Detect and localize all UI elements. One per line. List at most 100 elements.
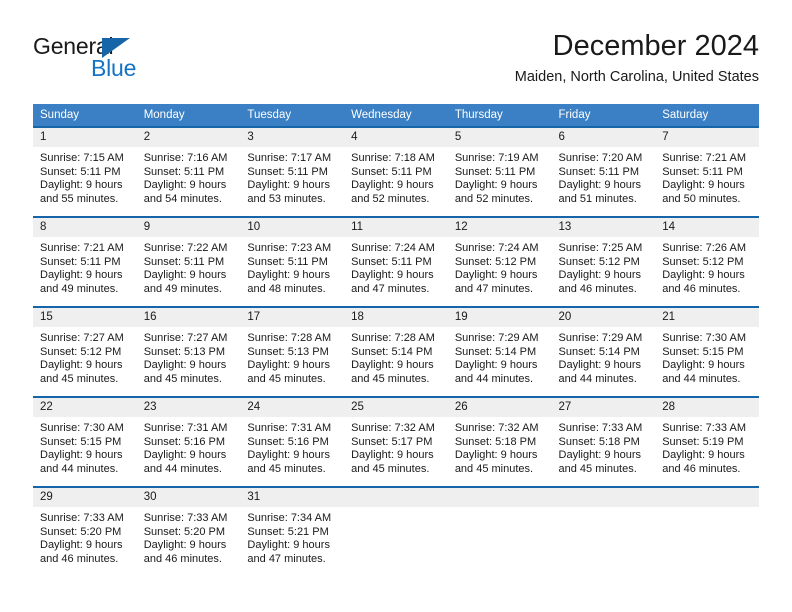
day-details: Sunrise: 7:21 AM Sunset: 5:11 PM Daylight:… xyxy=(33,237,137,296)
sunrise-text: Sunrise: 7:18 AM xyxy=(351,152,435,164)
calendar-day-cell[interactable]: 22 Sunrise: 7:30 AM Sunset: 5:15 PM Dayligh… xyxy=(33,396,137,487)
daylight-text-line1: Daylight: 9 hours xyxy=(247,269,330,282)
daylight-text-line2: and 46 minutes. xyxy=(662,282,741,295)
calendar-day-cell[interactable]: 6 Sunrise: 7:20 AM Sunset: 5:11 PM Daylight… xyxy=(551,126,656,217)
calendar-day-cell[interactable]: 12 Sunrise: 7:24 AM Sunset: 5:12 PM Dayligh… xyxy=(447,216,552,307)
daylight-text-line2: and 55 minutes. xyxy=(40,192,119,205)
calendar-day-cell[interactable]: 8 Sunrise: 7:21 AM Sunset: 5:11 PM Daylight… xyxy=(33,216,137,307)
daylight-text-line2: and 46 minutes. xyxy=(662,462,741,475)
calendar-day-cell[interactable]: 17 Sunrise: 7:28 AM Sunset: 5:13 PM Dayligh… xyxy=(240,306,345,397)
calendar-day-cell[interactable]: 29 Sunrise: 7:33 AM Sunset: 5:20 PM Dayligh… xyxy=(33,486,137,576)
day-number: 4 xyxy=(344,128,448,147)
sunrise-text: Sunrise: 7:21 AM xyxy=(40,242,124,254)
daylight-text-line1: Daylight: 9 hours xyxy=(662,359,745,372)
day-number: 13 xyxy=(551,218,656,237)
sunrise-text: Sunrise: 7:24 AM xyxy=(351,242,435,254)
calendar-week-row: 22 Sunrise: 7:30 AM Sunset: 5:15 PM Dayligh… xyxy=(33,396,759,487)
day-number: 30 xyxy=(136,488,241,507)
calendar-day-cell[interactable]: 30 Sunrise: 7:33 AM Sunset: 5:20 PM Dayligh… xyxy=(136,486,241,576)
day-details: Sunrise: 7:32 AM Sunset: 5:18 PM Daylight:… xyxy=(448,417,552,476)
sunset-text: Sunset: 5:11 PM xyxy=(247,165,328,178)
page-subtitle: Maiden, North Carolina, United States xyxy=(514,69,759,85)
calendar-empty-cell xyxy=(447,486,552,576)
calendar-day-cell[interactable]: 2 Sunrise: 7:16 AM Sunset: 5:11 PM Daylight… xyxy=(136,126,241,217)
calendar-day-cell[interactable]: 5 Sunrise: 7:19 AM Sunset: 5:11 PM Daylight… xyxy=(447,126,552,217)
daylight-text-line1: Daylight: 9 hours xyxy=(662,269,745,282)
daylight-text-line2: and 53 minutes. xyxy=(247,192,326,205)
daylight-text-line2: and 51 minutes. xyxy=(558,192,637,205)
day-details: Sunrise: 7:21 AM Sunset: 5:11 PM Daylight:… xyxy=(655,147,759,206)
sunset-text: Sunset: 5:18 PM xyxy=(558,435,640,448)
day-details: Sunrise: 7:31 AM Sunset: 5:16 PM Daylight:… xyxy=(137,417,241,476)
daylight-text-line2: and 45 minutes. xyxy=(143,372,222,385)
sunset-text: Sunset: 5:14 PM xyxy=(351,345,433,358)
day-details: Sunrise: 7:26 AM Sunset: 5:12 PM Daylight:… xyxy=(655,237,759,296)
daylight-text-line1: Daylight: 9 hours xyxy=(143,539,227,552)
daylight-text-line1: Daylight: 9 hours xyxy=(143,179,227,192)
day-number: 31 xyxy=(240,488,345,507)
calendar-page: General Blue December 2024 Maiden, North… xyxy=(0,0,792,612)
daylight-text-line2: and 48 minutes. xyxy=(247,282,326,295)
daylight-text-line1: Daylight: 9 hours xyxy=(40,269,123,282)
sunrise-text: Sunrise: 7:33 AM xyxy=(143,512,228,524)
sunset-text: Sunset: 5:18 PM xyxy=(454,435,537,448)
daylight-text-line2: and 45 minutes. xyxy=(247,372,326,385)
sunset-text: Sunset: 5:14 PM xyxy=(558,345,640,358)
day-details: Sunrise: 7:15 AM Sunset: 5:11 PM Daylight:… xyxy=(33,147,137,206)
day-details: Sunrise: 7:33 AM Sunset: 5:18 PM Daylight:… xyxy=(552,417,656,476)
calendar-day-cell[interactable]: 18 Sunrise: 7:28 AM Sunset: 5:14 PM Dayligh… xyxy=(344,306,448,397)
calendar-day-cell[interactable]: 25 Sunrise: 7:32 AM Sunset: 5:17 PM Dayligh… xyxy=(344,396,448,487)
calendar-day-cell[interactable]: 10 Sunrise: 7:23 AM Sunset: 5:11 PM Dayligh… xyxy=(240,216,345,307)
calendar-day-cell[interactable]: 4 Sunrise: 7:18 AM Sunset: 5:11 PM Daylight… xyxy=(344,126,448,217)
weekday-header-wednesday: Wednesday xyxy=(344,104,448,127)
calendar-day-cell[interactable]: 9 Sunrise: 7:22 AM Sunset: 5:11 PM Daylight… xyxy=(136,216,241,307)
day-number xyxy=(447,488,552,507)
calendar-day-cell[interactable]: 15 Sunrise: 7:27 AM Sunset: 5:12 PM Dayligh… xyxy=(33,306,137,397)
general-blue-logo[interactable]: General Blue xyxy=(33,33,233,89)
sunset-text: Sunset: 5:11 PM xyxy=(247,255,328,268)
calendar-day-cell[interactable]: 27 Sunrise: 7:33 AM Sunset: 5:18 PM Dayligh… xyxy=(551,396,656,487)
day-number: 20 xyxy=(551,308,656,327)
calendar-day-cell[interactable]: 20 Sunrise: 7:29 AM Sunset: 5:14 PM Dayligh… xyxy=(551,306,656,397)
sunrise-text: Sunrise: 7:29 AM xyxy=(558,332,643,344)
sunrise-text: Sunrise: 7:27 AM xyxy=(143,332,228,344)
calendar-day-cell[interactable]: 1 Sunrise: 7:15 AM Sunset: 5:11 PM Daylight… xyxy=(33,126,137,217)
calendar-day-cell[interactable]: 19 Sunrise: 7:29 AM Sunset: 5:14 PM Dayligh… xyxy=(447,306,552,397)
calendar-day-cell[interactable]: 24 Sunrise: 7:31 AM Sunset: 5:16 PM Dayligh… xyxy=(240,396,345,487)
calendar-day-cell[interactable]: 3 Sunrise: 7:17 AM Sunset: 5:11 PM Daylight… xyxy=(240,126,345,217)
calendar-day-cell[interactable]: 13 Sunrise: 7:25 AM Sunset: 5:12 PM Dayligh… xyxy=(551,216,656,307)
day-details: Sunrise: 7:24 AM Sunset: 5:11 PM Daylight:… xyxy=(344,237,448,296)
daylight-text-line2: and 52 minutes. xyxy=(454,192,534,205)
day-details: Sunrise: 7:33 AM Sunset: 5:19 PM Daylight:… xyxy=(655,417,759,476)
day-number: 12 xyxy=(447,218,552,237)
day-number: 9 xyxy=(136,218,241,237)
day-details: Sunrise: 7:22 AM Sunset: 5:11 PM Daylight:… xyxy=(137,237,241,296)
calendar-day-cell[interactable]: 21 Sunrise: 7:30 AM Sunset: 5:15 PM Dayligh… xyxy=(655,306,759,397)
daylight-text-line1: Daylight: 9 hours xyxy=(351,449,434,462)
calendar-day-cell[interactable]: 7 Sunrise: 7:21 AM Sunset: 5:11 PM Daylight… xyxy=(655,126,759,217)
sunset-text: Sunset: 5:20 PM xyxy=(143,525,226,538)
calendar-day-cell[interactable]: 31 Sunrise: 7:34 AM Sunset: 5:21 PM Dayligh… xyxy=(240,486,345,576)
daylight-text-line2: and 45 minutes. xyxy=(351,372,430,385)
daylight-text-line1: Daylight: 9 hours xyxy=(351,359,434,372)
day-number: 10 xyxy=(240,218,345,237)
daylight-text-line1: Daylight: 9 hours xyxy=(143,359,227,372)
weekday-header-saturday: Saturday xyxy=(655,104,759,127)
day-details: Sunrise: 7:32 AM Sunset: 5:17 PM Daylight:… xyxy=(344,417,448,476)
calendar-day-cell[interactable]: 28 Sunrise: 7:33 AM Sunset: 5:19 PM Dayligh… xyxy=(655,396,759,487)
calendar-day-cell[interactable]: 11 Sunrise: 7:24 AM Sunset: 5:11 PM Dayligh… xyxy=(344,216,448,307)
sunset-text: Sunset: 5:11 PM xyxy=(454,165,536,178)
day-number: 1 xyxy=(33,128,137,147)
daylight-text-line1: Daylight: 9 hours xyxy=(662,449,745,462)
day-details: Sunrise: 7:19 AM Sunset: 5:11 PM Daylight:… xyxy=(448,147,552,206)
day-number: 22 xyxy=(33,398,137,417)
calendar-day-cell[interactable]: 14 Sunrise: 7:26 AM Sunset: 5:12 PM Dayligh… xyxy=(655,216,759,307)
calendar-body: 1 Sunrise: 7:15 AM Sunset: 5:11 PM Daylight… xyxy=(33,126,759,576)
calendar-day-cell[interactable]: 26 Sunrise: 7:32 AM Sunset: 5:18 PM Dayligh… xyxy=(447,396,552,487)
day-details: Sunrise: 7:25 AM Sunset: 5:12 PM Daylight:… xyxy=(552,237,656,296)
sunset-text: Sunset: 5:11 PM xyxy=(40,255,121,268)
daylight-text-line2: and 50 minutes. xyxy=(662,192,741,205)
calendar-day-cell[interactable]: 23 Sunrise: 7:31 AM Sunset: 5:16 PM Dayligh… xyxy=(136,396,241,487)
sunrise-text: Sunrise: 7:30 AM xyxy=(662,332,746,344)
calendar-day-cell[interactable]: 16 Sunrise: 7:27 AM Sunset: 5:13 PM Dayligh… xyxy=(136,306,241,397)
